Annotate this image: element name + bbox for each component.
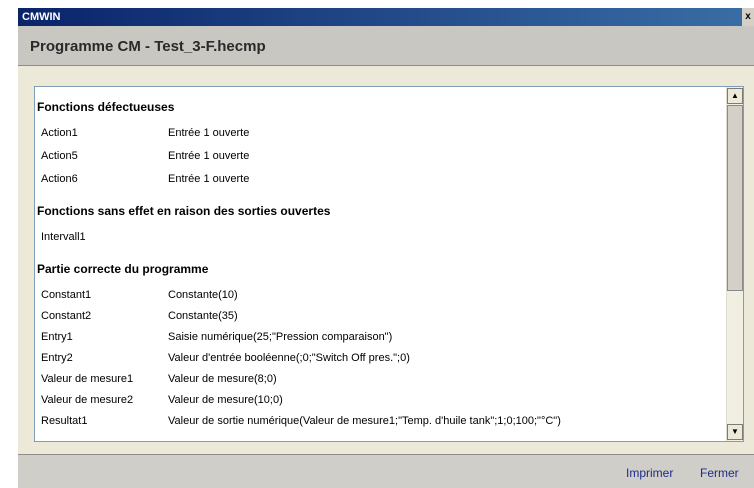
vertical-scrollbar[interactable]: ▲ ▼ (726, 87, 743, 441)
list-item: Constant1 Constante(10) (41, 287, 238, 303)
report-panel: Fonctions défectueuses Action1 Entrée 1 o… (34, 86, 744, 442)
function-value: Constante(10) (168, 289, 238, 301)
list-item: Intervall1 (41, 229, 168, 245)
scroll-thumb[interactable] (727, 105, 743, 291)
function-name: Constant1 (41, 289, 92, 301)
function-value: Valeur de mesure(10;0) (168, 394, 283, 406)
function-name: Resultat1 (41, 415, 88, 427)
function-name: Action1 (41, 127, 78, 139)
dialog-footer: Imprimer Fermer (18, 454, 754, 488)
close-icon[interactable]: x (742, 8, 754, 26)
window-titlebar[interactable]: CMWIN x (18, 8, 754, 26)
function-value: Saisie numérique(25;"Pression comparaiso… (168, 331, 393, 343)
scroll-up-icon[interactable]: ▲ (727, 88, 743, 104)
cmwin-window: CMWIN x Programme CM - Test_3-F.hecmp Fo… (0, 0, 754, 488)
print-button[interactable]: Imprimer (626, 466, 673, 480)
function-name: Valeur de mesure1 (41, 373, 134, 385)
function-name: Valeur de mesure2 (41, 394, 134, 406)
list-item: Resultat1 Valeur de sortie numérique(Vale… (41, 413, 561, 429)
function-value: Constante(35) (168, 310, 238, 322)
list-item: Action6 Entrée 1 ouverte (41, 171, 249, 187)
list-item: Valeur de mesure2 Valeur de mesure(10;0) (41, 392, 283, 408)
list-item: Action1 Entrée 1 ouverte (41, 125, 249, 141)
function-value: Valeur d'entrée booléenne(;0;"Switch Off… (168, 352, 410, 364)
function-value: Entrée 1 ouverte (168, 127, 250, 139)
function-value: Valeur de sortie numérique(Valeur de mes… (168, 415, 561, 427)
dialog-header: Programme CM - Test_3-F.hecmp (18, 26, 754, 66)
list-item: Entry1 Saisie numérique(25;"Pression comp… (41, 329, 392, 345)
list-item: Action5 Entrée 1 ouverte (41, 148, 249, 164)
section-title-defective: Fonctions défectueuses (37, 100, 175, 114)
list-item: Valeur de mesure1 Valeur de mesure(8;0) (41, 371, 277, 387)
function-name: Action6 (41, 173, 78, 185)
function-value: Entrée 1 ouverte (168, 150, 250, 162)
section-title-no-effect: Fonctions sans effet en raison des sorti… (37, 204, 331, 218)
function-name: Constant2 (41, 310, 92, 322)
list-item: Constant2 Constante(35) (41, 308, 238, 324)
list-item: Entry2 Valeur d'entrée booléenne(;0;"Swit… (41, 350, 410, 366)
report-content: Fonctions défectueuses Action1 Entrée 1 o… (35, 87, 729, 441)
close-button[interactable]: Fermer (700, 466, 739, 480)
page-title: Programme CM - Test_3-F.hecmp (30, 38, 266, 55)
function-name: Action5 (41, 150, 78, 162)
function-value: Entrée 1 ouverte (168, 173, 250, 185)
window-title: CMWIN (22, 11, 61, 23)
scroll-down-icon[interactable]: ▼ (727, 424, 743, 440)
desktop-strip-top (0, 0, 754, 8)
function-name: Entry1 (41, 331, 73, 343)
section-title-correct: Partie correcte du programme (37, 262, 209, 276)
function-name: Intervall1 (41, 231, 86, 243)
desktop-strip-left (0, 0, 18, 488)
function-name: Entry2 (41, 352, 73, 364)
function-value: Valeur de mesure(8;0) (168, 373, 277, 385)
